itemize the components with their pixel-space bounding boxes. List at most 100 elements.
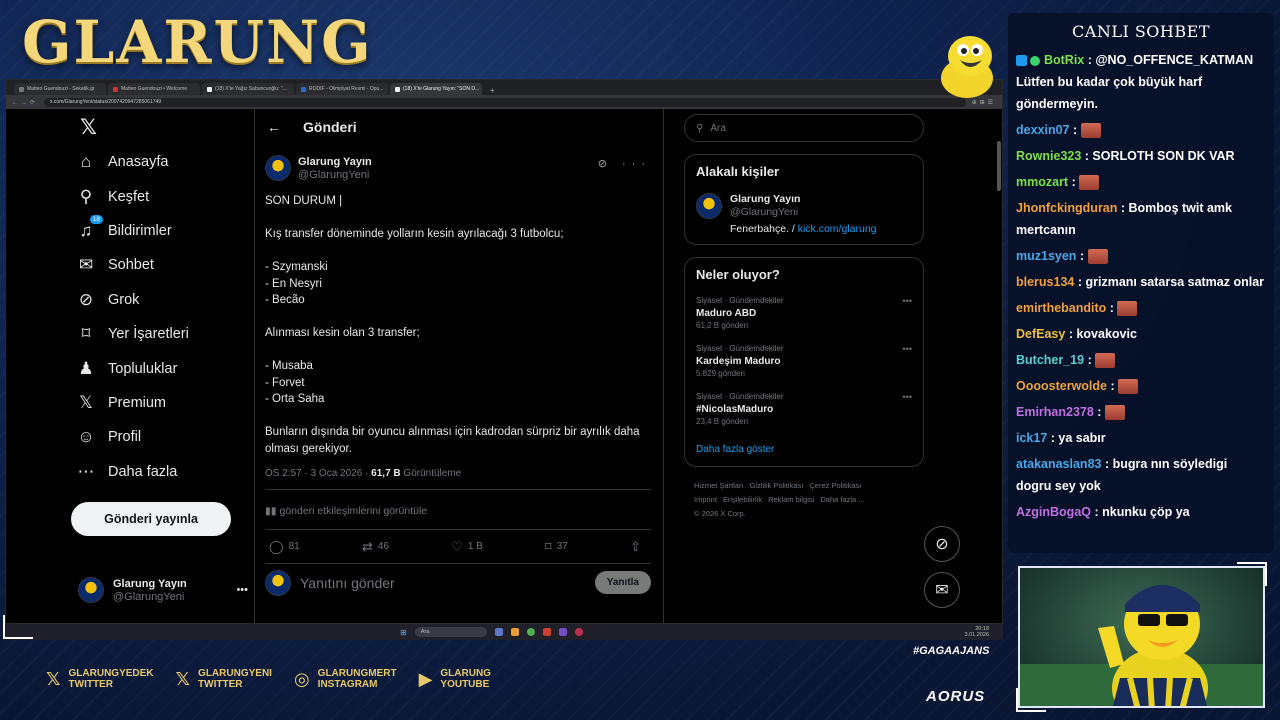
social-link[interactable]: ◎ GLARUNGMERT INSTAGRAM	[294, 668, 397, 690]
author-name[interactable]: Glarung Yayın	[298, 156, 372, 169]
reply-action[interactable]: ◯ 81	[269, 539, 300, 555]
grok-and-more-icon[interactable]: ⊘ ···	[598, 157, 651, 170]
trend-item[interactable]: Siyaset · Gündemdekiler #NicolasMaduro 23,…	[696, 392, 912, 426]
grok-icon: ⊘	[935, 536, 949, 553]
browser-tab[interactable]: Matteo Guendouzi • Welcome	[108, 83, 200, 95]
share-action[interactable]: ⇧	[630, 539, 641, 555]
live-chat-panel: CANLI SOHBET BotRix : @NO_OFFENCE_KATMAN…	[1008, 13, 1274, 553]
more-dots-icon[interactable]: •••	[236, 584, 248, 596]
post-button[interactable]: Gönderi yayınla	[71, 502, 231, 536]
author-handle[interactable]: @GlarungYeni	[298, 169, 372, 181]
nav-item-bell[interactable]: ♫ 18 Bildirimler	[76, 214, 254, 248]
repost-action[interactable]: ⇄ 46	[362, 539, 389, 555]
scrollbar[interactable]	[997, 141, 1001, 191]
chat-username[interactable]: mmozart	[1016, 175, 1068, 189]
bookmark-action[interactable]: ⌑ 37	[545, 539, 568, 555]
chat-username[interactable]: muz1syen	[1016, 249, 1076, 263]
chat-username[interactable]: Jhonfckingduran	[1016, 201, 1117, 215]
windows-start-icon[interactable]: ⊞	[400, 628, 407, 637]
x-logo-icon[interactable]: 𝕏	[76, 109, 254, 145]
footer-link[interactable]: Daha fazla ...	[820, 495, 864, 504]
nav-label: Premium	[108, 394, 167, 411]
nav-item-person[interactable]: ☺ Profil	[76, 420, 254, 454]
social-link[interactable]: 𝕏 GLARUNGYENI TWITTER	[176, 668, 272, 690]
nav-item-x[interactable]: 𝕏 Premium	[76, 386, 254, 420]
avatar[interactable]	[265, 155, 291, 181]
divider	[265, 489, 651, 490]
chat-username[interactable]: Rownie323	[1016, 149, 1081, 163]
taskbar-clock[interactable]: 20:18 3.01.2026	[965, 626, 989, 638]
chat-username[interactable]: Emirhan2378	[1016, 405, 1094, 419]
chat-username[interactable]: ick17	[1016, 431, 1047, 445]
browser-tab[interactable]: (18) X'te Yağız Sabuncuoğlu: "...	[202, 83, 294, 95]
x-icon: 𝕏	[79, 392, 93, 412]
nav-item-people[interactable]: ♟ Topluluklar	[76, 351, 254, 385]
browser-tab[interactable]: Matteo Guendouzi - Sekatik.gr	[14, 83, 106, 95]
chat-username[interactable]: Oooosterwolde	[1016, 379, 1107, 393]
nav-item-grok[interactable]: ⊘ Grok	[76, 283, 254, 317]
social-link[interactable]: 𝕏 GLARUNGYEDEK TWITTER	[46, 668, 154, 690]
nav-arrows-icon[interactable]: ←→⟳	[12, 99, 38, 106]
chrome-icon[interactable]	[526, 628, 535, 636]
chat-username[interactable]: dexxin07	[1016, 123, 1070, 137]
trend-category: Siyaset · Gündemdekiler	[696, 296, 784, 305]
chat-messages: BotRix : @NO_OFFENCE_KATMAN Lütfen bu ka…	[1008, 41, 1274, 523]
nav-item-home[interactable]: ⌂ Anasayfa	[76, 145, 254, 179]
trend-category: Siyaset · Gündemdekiler	[696, 344, 784, 353]
more-dots-icon[interactable]: •••	[903, 392, 912, 402]
nav-item-mail[interactable]: ✉ Sohbet	[76, 248, 254, 282]
account-switcher[interactable]: Glarung Yayın @GlarungYeni •••	[78, 577, 248, 603]
taskbar-search[interactable]: Ara	[414, 627, 487, 637]
nav-label: Profil	[108, 429, 142, 446]
new-tab-button[interactable]: +	[484, 86, 501, 95]
nav-item-bookmark[interactable]: ⌑ Yer İşaretleri	[76, 317, 254, 351]
reply-button[interactable]: Yanıtla	[594, 571, 651, 594]
nav-item-more-circle[interactable]: ⋯ Daha fazla	[76, 455, 254, 489]
app-icon[interactable]	[542, 628, 551, 636]
trend-item[interactable]: Siyaset · Gündemdekiler Maduro ABD 61,2 B …	[696, 296, 912, 330]
chat-username[interactable]: atakanaslan83	[1016, 457, 1101, 471]
more-dots-icon[interactable]: •••	[903, 296, 912, 306]
browser-tab-active[interactable]: (18) X'te Glarung Yayın: "SON D...	[390, 83, 482, 95]
chat-message: Butcher_19 :	[1016, 349, 1266, 371]
footer-link[interactable]: Çerez Politikası	[809, 481, 861, 490]
chat-username[interactable]: BotRix	[1044, 53, 1084, 67]
more-dots-icon[interactable]: •••	[903, 344, 912, 354]
footer-link[interactable]: Reklam bilgisi	[768, 495, 814, 504]
footer-link[interactable]: © 2026 X Corp.	[694, 509, 746, 518]
show-more-link[interactable]: Daha fazla göster	[696, 444, 912, 455]
chat-username[interactable]: emirthebandito	[1016, 301, 1106, 315]
app-icon[interactable]	[574, 628, 583, 636]
app-icon[interactable]	[510, 628, 519, 636]
app-icon[interactable]	[494, 628, 503, 636]
view-engagements-link[interactable]: ▮▮ gönderi etkileşimlerini görüntüle	[265, 500, 651, 529]
footer-link[interactable]: Erişilebilirlik	[723, 495, 762, 504]
url-field[interactable]: x.com/GlarungYeni/status/200742094728506…	[44, 97, 966, 107]
reply-input[interactable]: Yanıtını gönder	[300, 575, 586, 591]
emote-icon	[1080, 123, 1101, 139]
app-icon[interactable]	[558, 628, 567, 636]
favicon-icon	[207, 86, 212, 92]
tab-bar: Matteo Guendouzi - Sekatik.gr Matteo Gue…	[6, 80, 1002, 95]
related-link[interactable]: kick.com/glarung	[798, 223, 877, 235]
browser-tab[interactable]: RODIF - Olimpiyat Resmi - Opu...	[296, 83, 388, 95]
chat-username[interactable]: Butcher_19	[1016, 353, 1084, 367]
messages-fab[interactable]: ✉	[924, 572, 960, 608]
frame-corner	[3, 615, 33, 639]
footer-link[interactable]: Hizmet Şartları	[694, 481, 744, 490]
related-person[interactable]: Glarung Yayın @GlarungYeni Fenerbahçe. /…	[696, 193, 912, 235]
account-name: Glarung Yayın	[113, 578, 187, 590]
nav-item-search[interactable]: ⚲ Keşfet	[76, 179, 254, 213]
chat-username[interactable]: DefEasy	[1016, 327, 1065, 341]
footer-link[interactable]: Gizlilik Politikası	[750, 481, 804, 490]
youtube-icon: ▶	[418, 668, 433, 689]
grok-fab[interactable]: ⊘	[924, 526, 960, 562]
like-action[interactable]: ♡ 1 B	[451, 539, 483, 555]
social-link[interactable]: ▶ GLARUNG YOUTUBE	[419, 668, 491, 690]
chat-username[interactable]: AzginBogaQ	[1016, 505, 1091, 519]
trend-item[interactable]: Siyaset · Gündemdekiler Kardeşim Maduro 5.…	[696, 344, 912, 378]
footer-link[interactable]: Imprint	[694, 495, 717, 504]
search-input[interactable]: ⚲ Ara	[684, 114, 924, 142]
chat-username[interactable]: blerus134	[1016, 275, 1074, 289]
back-arrow-icon[interactable]: ←	[267, 119, 281, 135]
